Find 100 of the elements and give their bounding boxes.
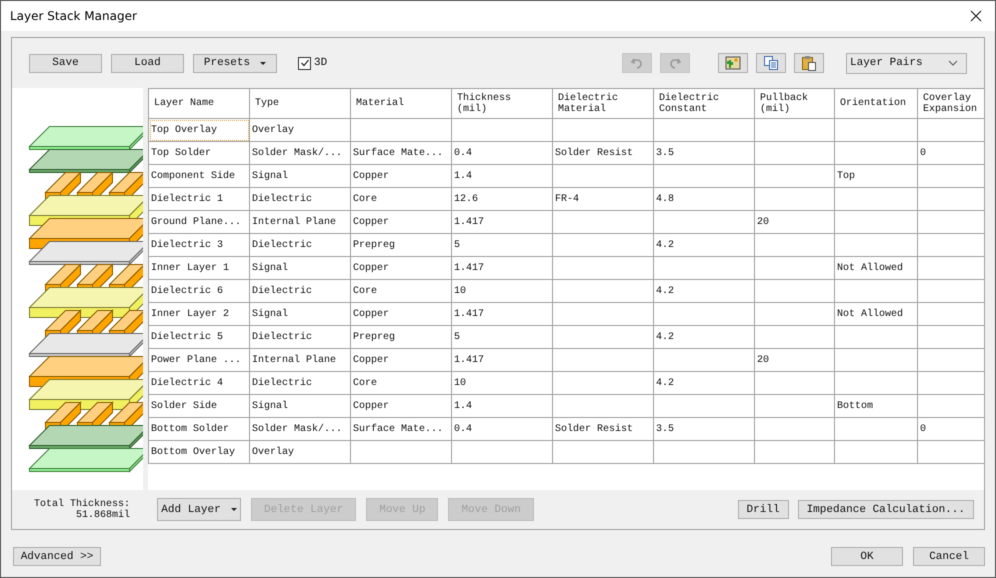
checkbox[interactable] [298,56,311,70]
table-cell: Signal [250,302,350,326]
table-cell: 1.417 [452,256,552,280]
table-cell: Dielectric 6 [148,280,250,302]
table-cell: Dielectric 1 [148,188,250,210]
table-cell: Dielectric [250,372,350,394]
dialog-button[interactable]: Drill [738,500,789,519]
table-cell: Overlay [250,440,350,464]
table-cell: Signal [250,394,350,418]
checkbox-label: 3D [314,57,328,69]
column-header: Dielectric Material [552,88,654,118]
table-cell: Dielectric 4 [148,372,250,394]
column-header: Type [250,88,350,118]
table-cell: Solder Side [148,394,250,418]
dialog-button[interactable]: Cancel [913,547,985,566]
table-cell: FR-4 [552,188,654,210]
table-cell: Copper [350,302,452,326]
table-cell: Dielectric 5 [148,326,250,348]
column-header: Thickness (mil) [452,88,552,118]
layer-pairs-dropdown[interactable]: Layer Pairs [846,52,967,74]
table-cell: Not Allowed [834,256,918,280]
table-cell: 3.5 [654,418,754,440]
presets-dropdown[interactable]: Presets [193,54,277,72]
table-cell: Top [834,164,918,188]
column-header: Dielectric Constant [654,88,754,118]
paste-button[interactable] [794,53,824,73]
table-cell: 5 [452,326,552,348]
layer-button[interactable]: Add Layer [157,498,241,521]
table-cell: 4.8 [654,188,754,210]
table-cell: Prepreg [350,234,452,256]
table-cell: 1.4 [452,394,552,418]
table-cell: Surface Mate... [350,142,452,164]
table-cell: 1.417 [452,302,552,326]
table-cell: Core [350,188,452,210]
table-cell: Internal Plane [250,348,350,372]
table-cell: 0.4 [452,418,552,440]
window-title: Layer Stack Manager [10,9,138,23]
paste-icon [801,55,817,71]
table-cell: 1.417 [452,210,552,234]
table-cell: 4.2 [654,280,754,302]
table-cell: 12.6 [452,188,552,210]
table-cell: Component Side [148,164,250,188]
table-cell: Dielectric [250,234,350,256]
table-cell: Dielectric 3 [148,234,250,256]
column-header: Coverlay Expansion [918,88,984,118]
redo-icon [668,56,682,70]
copy-button[interactable] [756,53,786,73]
column-header: Material [350,88,452,118]
table-cell: Core [350,372,452,394]
image-button[interactable] [718,53,748,73]
table-cell: 20 [754,210,834,234]
table-cell: Solder Resist [552,142,654,164]
table-cell: Copper [350,210,452,234]
table-cell: 4.2 [654,326,754,348]
toolbar-button[interactable]: Save [29,54,102,72]
table-cell: Inner Layer 1 [148,256,250,280]
table-cell: 10 [452,372,552,394]
table-cell: 20 [754,348,834,372]
table-cell: Internal Plane [250,210,350,234]
table-cell: Overlay [250,118,350,142]
table-cell: Core [350,280,452,302]
copy-icon [763,55,779,71]
table-cell: 1.417 [452,348,552,372]
table-cell: Not Allowed [834,302,918,326]
table-cell: Dielectric [250,326,350,348]
table-cell: Copper [350,348,452,372]
chevron-icon [948,60,958,66]
table-cell: Ground Plane... [148,210,250,234]
table-cell: Signal [250,164,350,188]
column-header: Pullback (mil) [754,88,834,118]
table-cell: Copper [350,164,452,188]
table-cell: Surface Mate... [350,418,452,440]
table-cell: Prepreg [350,326,452,348]
column-header: Layer Name [148,88,250,118]
table-cell: Solder Mask/... [250,142,350,164]
table-cell: Top Overlay [148,118,250,142]
picture-icon [725,55,741,71]
table-cell: 3.5 [654,142,754,164]
table-cell: Inner Layer 2 [148,302,250,326]
table-cell: Bottom Overlay [148,440,250,464]
total-thickness-label: Total Thickness: [34,498,130,510]
column-header: Orientation [834,88,918,118]
table-cell: Signal [250,256,350,280]
table-cell: 4.2 [654,372,754,394]
table-cell: Solder Mask/... [250,418,350,440]
close-icon [970,10,982,22]
table-cell: Dielectric [250,188,350,210]
table-cell: Copper [350,256,452,280]
table-cell: 5 [452,234,552,256]
caret-icon [260,62,266,64]
table-cell: Power Plane ... [148,348,250,372]
table-cell: 1.4 [452,164,552,188]
dialog-button[interactable]: Impedance Calculation... [798,500,974,519]
table-cell: Top Solder [148,142,250,164]
table-cell: 0.4 [452,142,552,164]
toolbar-button[interactable]: Load [111,54,184,72]
advanced-button[interactable]: Advanced >> [13,547,101,566]
table-cell: 10 [452,280,552,302]
table-cell: Bottom [834,394,918,418]
dialog-button[interactable]: OK [831,547,903,566]
